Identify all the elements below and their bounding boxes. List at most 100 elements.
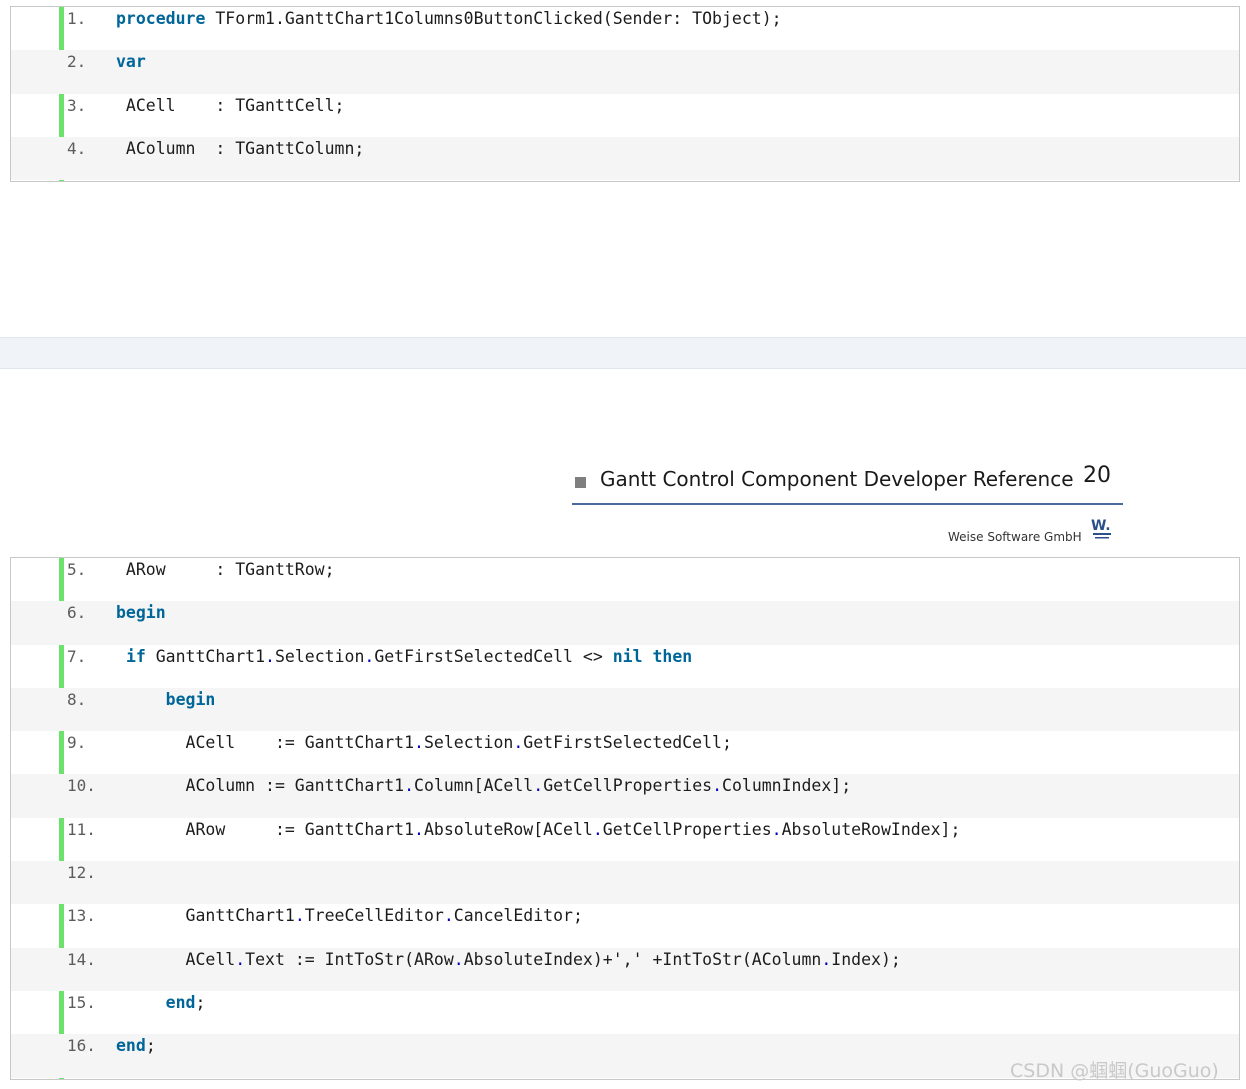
keyword: if bbox=[125, 646, 146, 666]
line-number: 15. bbox=[67, 992, 96, 1012]
code-line: 3. ACell : TGanttCell; bbox=[11, 94, 1239, 137]
line-number: 9. bbox=[67, 733, 87, 753]
code-token: TreeCellEditor bbox=[304, 906, 444, 926]
code-token: ARow : TGanttRow; bbox=[116, 560, 335, 579]
code-text: begin bbox=[116, 603, 166, 622]
square-bullet-icon bbox=[575, 477, 586, 488]
code-lines: 5. ARow : TGanttRow; 6. begin 7. if GanttCh… bbox=[11, 558, 1239, 1078]
line-number: 6. bbox=[67, 603, 87, 623]
code-token: Column[ACell bbox=[414, 776, 534, 796]
code-text: ACell : TGanttCell; bbox=[116, 96, 345, 115]
code-token: AbsoluteIndex)+',' +IntToStr(AColumn bbox=[463, 949, 822, 969]
code-line: 7. if GanttChart1.Selection.GetFirstSele… bbox=[11, 645, 1239, 688]
code-token: . bbox=[513, 733, 524, 753]
code-token: . bbox=[414, 819, 424, 839]
line-number: 16. bbox=[67, 1036, 96, 1056]
line-number: 5. bbox=[67, 560, 87, 579]
code-token: GanttChart1 bbox=[116, 906, 295, 926]
code-token: TForm1.GanttChart1Columns0ButtonClicked(… bbox=[205, 9, 782, 28]
company-logo-icon: W. bbox=[1091, 518, 1111, 539]
line-number: 3. bbox=[67, 95, 87, 115]
code-line: 12. bbox=[11, 861, 1239, 905]
code-text: ARow := GanttChart1.AbsoluteRow[ACell.Ge… bbox=[116, 819, 961, 839]
code-token: Selection bbox=[274, 646, 365, 666]
keyword: begin bbox=[116, 603, 166, 623]
line-number: 14. bbox=[67, 949, 96, 969]
code-token: GetCellProperties bbox=[543, 776, 713, 796]
watermark: CSDN @蝈蝈(GuoGuo) bbox=[1010, 1060, 1219, 1082]
code-text: GanttChart1.TreeCellEditor.CancelEditor; bbox=[116, 906, 583, 925]
page-header: Gantt Control Component Developer Refere… bbox=[575, 463, 1123, 504]
code-line: 6. begin bbox=[11, 601, 1239, 645]
code-token: . bbox=[404, 776, 415, 796]
code-token: . bbox=[533, 776, 544, 796]
code-token: GanttChart1 bbox=[145, 646, 266, 666]
code-token: GetFirstSelectedCell <> bbox=[374, 646, 613, 666]
code-text: ACell := GanttChart1.Selection.GetFirstS… bbox=[116, 733, 732, 752]
line-number: 8. bbox=[67, 689, 87, 709]
code-token: Text := IntToStr(ARow bbox=[245, 949, 454, 969]
code-token: . bbox=[235, 949, 246, 969]
keyword: then bbox=[652, 646, 693, 666]
code-token: . bbox=[821, 949, 832, 969]
code-line: 11. ARow := GanttChart1.AbsoluteRow[ACel… bbox=[11, 818, 1239, 861]
code-token: ACell bbox=[116, 949, 236, 969]
code-text: end; bbox=[116, 992, 206, 1012]
line-number: 7. bbox=[67, 646, 87, 666]
code-token: . bbox=[443, 906, 454, 926]
keyword: end bbox=[116, 1036, 146, 1056]
code-token: . bbox=[453, 949, 464, 969]
code-line: 1. procedure TForm1.GanttChart1Columns0Bu… bbox=[11, 7, 1239, 50]
keyword: procedure bbox=[116, 9, 206, 28]
line-number: 1. bbox=[67, 9, 87, 28]
code-text: procedure TForm1.GanttChart1Columns0Butt… bbox=[116, 9, 782, 28]
code-line: 8. begin bbox=[11, 687, 1239, 732]
header-divider bbox=[572, 503, 1123, 505]
code-token: AbsoluteRowIndex]; bbox=[781, 819, 961, 839]
line-number: 10. bbox=[67, 776, 96, 796]
code-text: var bbox=[116, 52, 146, 71]
code-token: . bbox=[414, 733, 424, 753]
line-number: 4. bbox=[67, 138, 87, 158]
code-block-top: 1. procedure TForm1.GanttChart1Columns0Bu… bbox=[10, 6, 1240, 182]
keyword: var bbox=[116, 52, 146, 72]
code-line: 9. ACell := GanttChart1.Selection.GetFir… bbox=[11, 731, 1239, 774]
code-token: ; bbox=[195, 992, 206, 1012]
code-line: 10. AColumn := GanttChart1.Column[ACell.… bbox=[11, 774, 1239, 818]
keyword: end bbox=[165, 992, 196, 1012]
code-token: . bbox=[592, 819, 603, 839]
code-token: Selection bbox=[423, 733, 514, 753]
logo-text: W. bbox=[1091, 518, 1111, 534]
code-token: AbsoluteRow[ACell bbox=[423, 819, 593, 839]
company-name: Weise Software GmbH bbox=[948, 530, 1082, 544]
code-token: ARow := GanttChart1 bbox=[116, 819, 415, 839]
code-token: . bbox=[771, 819, 782, 839]
keyword: nil bbox=[612, 646, 643, 666]
code-text: begin bbox=[116, 689, 216, 709]
code-token: . bbox=[712, 776, 723, 796]
line-number: 12. bbox=[67, 863, 96, 883]
code-token: CancelEditor; bbox=[453, 906, 583, 926]
code-line: 2. var bbox=[11, 50, 1239, 94]
code-token: GetFirstSelectedCell; bbox=[523, 733, 732, 753]
code-line: 13. GanttChart1.TreeCellEditor.CancelEdi… bbox=[11, 904, 1239, 947]
code-token: ACell := GanttChart1 bbox=[116, 733, 415, 753]
code-text: AColumn : TGanttColumn; bbox=[116, 139, 364, 158]
code-text: if GanttChart1.Selection.GetFirstSelecte… bbox=[116, 647, 692, 666]
code-token: Index); bbox=[831, 949, 901, 969]
keyword: begin bbox=[165, 689, 216, 709]
code-text: AColumn := GanttChart1.Column[ACell.GetC… bbox=[116, 776, 852, 796]
code-text: ARow : TGanttRow; bbox=[116, 560, 335, 579]
document-title: Gantt Control Component Developer Refere… bbox=[600, 467, 1074, 491]
code-lines: 1. procedure TForm1.GanttChart1Columns0Bu… bbox=[11, 7, 1239, 181]
page-number: 20 bbox=[1083, 463, 1111, 488]
page-separator bbox=[0, 337, 1246, 369]
code-line: 14. ACell.Text := IntToStr(ARow.Absolute… bbox=[11, 947, 1239, 991]
code-token: . bbox=[364, 646, 375, 666]
line-number: 13. bbox=[67, 906, 96, 926]
line-number: 2. bbox=[67, 52, 87, 72]
code-token: . bbox=[294, 906, 305, 926]
